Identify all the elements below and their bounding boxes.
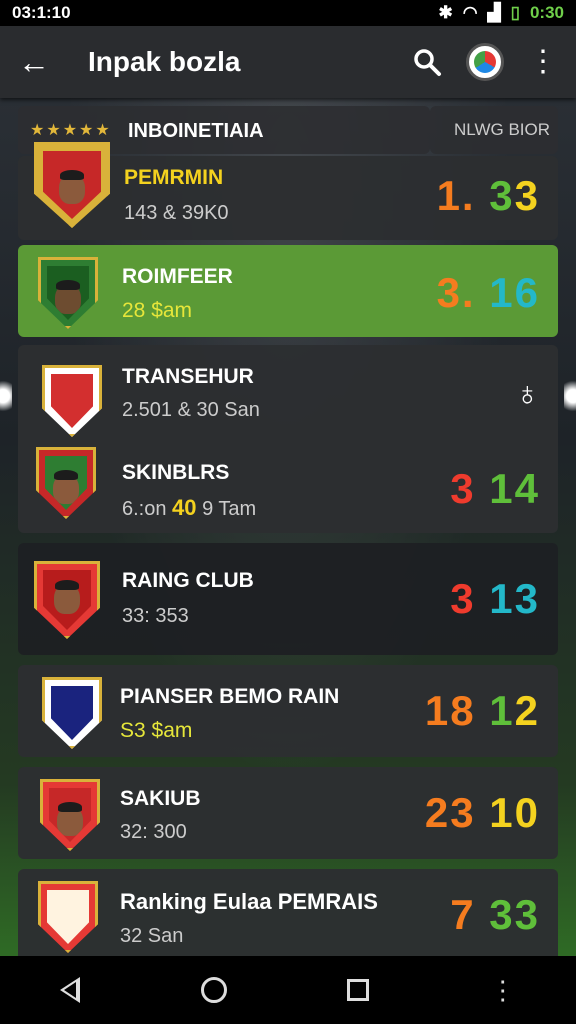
team-badge-icon xyxy=(42,677,102,749)
team-name: ROIMFEER xyxy=(122,265,233,288)
score: 3 14 xyxy=(450,465,540,512)
team-sub: 32: 300 xyxy=(120,821,187,843)
stars-icon: ★★★★★ xyxy=(30,122,112,139)
score: 18 12 xyxy=(424,687,540,734)
team-name: SAKIUB xyxy=(120,787,201,810)
status-icons: ✱ ◠ ▟ ▯ 0:30 xyxy=(438,3,564,23)
team-name: RAING CLUB xyxy=(122,569,254,592)
score: 23 10 xyxy=(424,789,540,836)
team-name: PIANSER BEMO RAIN xyxy=(120,685,340,708)
team-badge-icon xyxy=(34,561,100,639)
team-name: TRANSEHUR xyxy=(122,365,254,388)
back-arrow-icon[interactable]: ← xyxy=(18,44,66,81)
team-sub: 32 San xyxy=(120,925,184,947)
status-bar: 03:1:10 ✱ ◠ ▟ ▯ 0:30 xyxy=(0,0,576,26)
header-right-tab[interactable]: NLWG BIOR xyxy=(430,106,558,154)
list-item[interactable]: PIANSER BEMO RAIN S3 $am 18 12 xyxy=(18,665,558,757)
team-badge-icon xyxy=(42,365,102,437)
team-sub: 6.:on 40 9 Tam xyxy=(122,495,257,520)
chrome-logo-icon[interactable] xyxy=(466,43,504,81)
search-icon[interactable] xyxy=(412,47,442,77)
nav-recents-icon[interactable] xyxy=(347,979,370,1001)
score: 1. 33 xyxy=(436,172,540,219)
battery-icon: ▯ xyxy=(510,3,520,22)
team-sub: S3 $am xyxy=(120,719,193,742)
nav-more-icon[interactable]: ⋮ xyxy=(490,977,516,1003)
list-item-selected[interactable]: ROIMFEER 28 $am 3. 16 xyxy=(18,245,558,337)
app-bar: ← Inpak bozla ⋮ xyxy=(0,26,576,98)
system-nav-bar: ⋮ xyxy=(0,956,576,1024)
team-name: Ranking Eulaa PEMRAIS xyxy=(120,889,378,914)
team-sub: 28 $am xyxy=(122,299,193,322)
wifi-icon: ◠ xyxy=(462,3,478,22)
score: 3. 16 xyxy=(436,269,540,316)
header-right-label: NLWG BIOR xyxy=(454,120,551,139)
team-name: PEMRMIN xyxy=(124,166,224,189)
team-badge-icon xyxy=(38,257,98,329)
nav-home-icon[interactable] xyxy=(200,977,227,1003)
team-sub: 33: 353 xyxy=(122,605,189,627)
list-item[interactable]: RAING CLUB 33: 353 3 13 xyxy=(18,543,558,655)
page-title: Inpak bozla xyxy=(88,46,241,77)
list-item[interactable]: SAKIUB 32: 300 23 10 xyxy=(18,767,558,859)
status-time-right: 0:30 xyxy=(529,3,564,22)
whistle-icon[interactable]: ♁ xyxy=(515,375,541,414)
status-time-left: 03:1:10 xyxy=(12,3,71,22)
team-badge-icon xyxy=(40,779,100,851)
bluetooth-icon: ✱ xyxy=(438,3,453,22)
more-vert-icon[interactable]: ⋮ xyxy=(528,47,558,77)
nav-back-icon[interactable] xyxy=(60,977,81,1003)
score: 3 13 xyxy=(450,575,540,622)
team-name: SKINBLRS xyxy=(122,461,230,484)
team-sub: 2.501 & 30 San xyxy=(122,399,260,421)
team-sub: 143 & 39K0 xyxy=(124,202,229,224)
league-name: INBOINETIAIA xyxy=(128,120,264,142)
team-badge-icon xyxy=(36,447,96,519)
score: 7 33 xyxy=(450,891,540,938)
list-item[interactable]: Ranking Eulaa PEMRAIS 32 San 7 33 xyxy=(18,869,558,956)
signal-icon: ▟ xyxy=(487,3,501,22)
team-badge-icon xyxy=(38,881,98,953)
list-group: TRANSEHUR 2.501 & 30 San ♁ SKINBLRS 6.:o… xyxy=(18,345,558,533)
